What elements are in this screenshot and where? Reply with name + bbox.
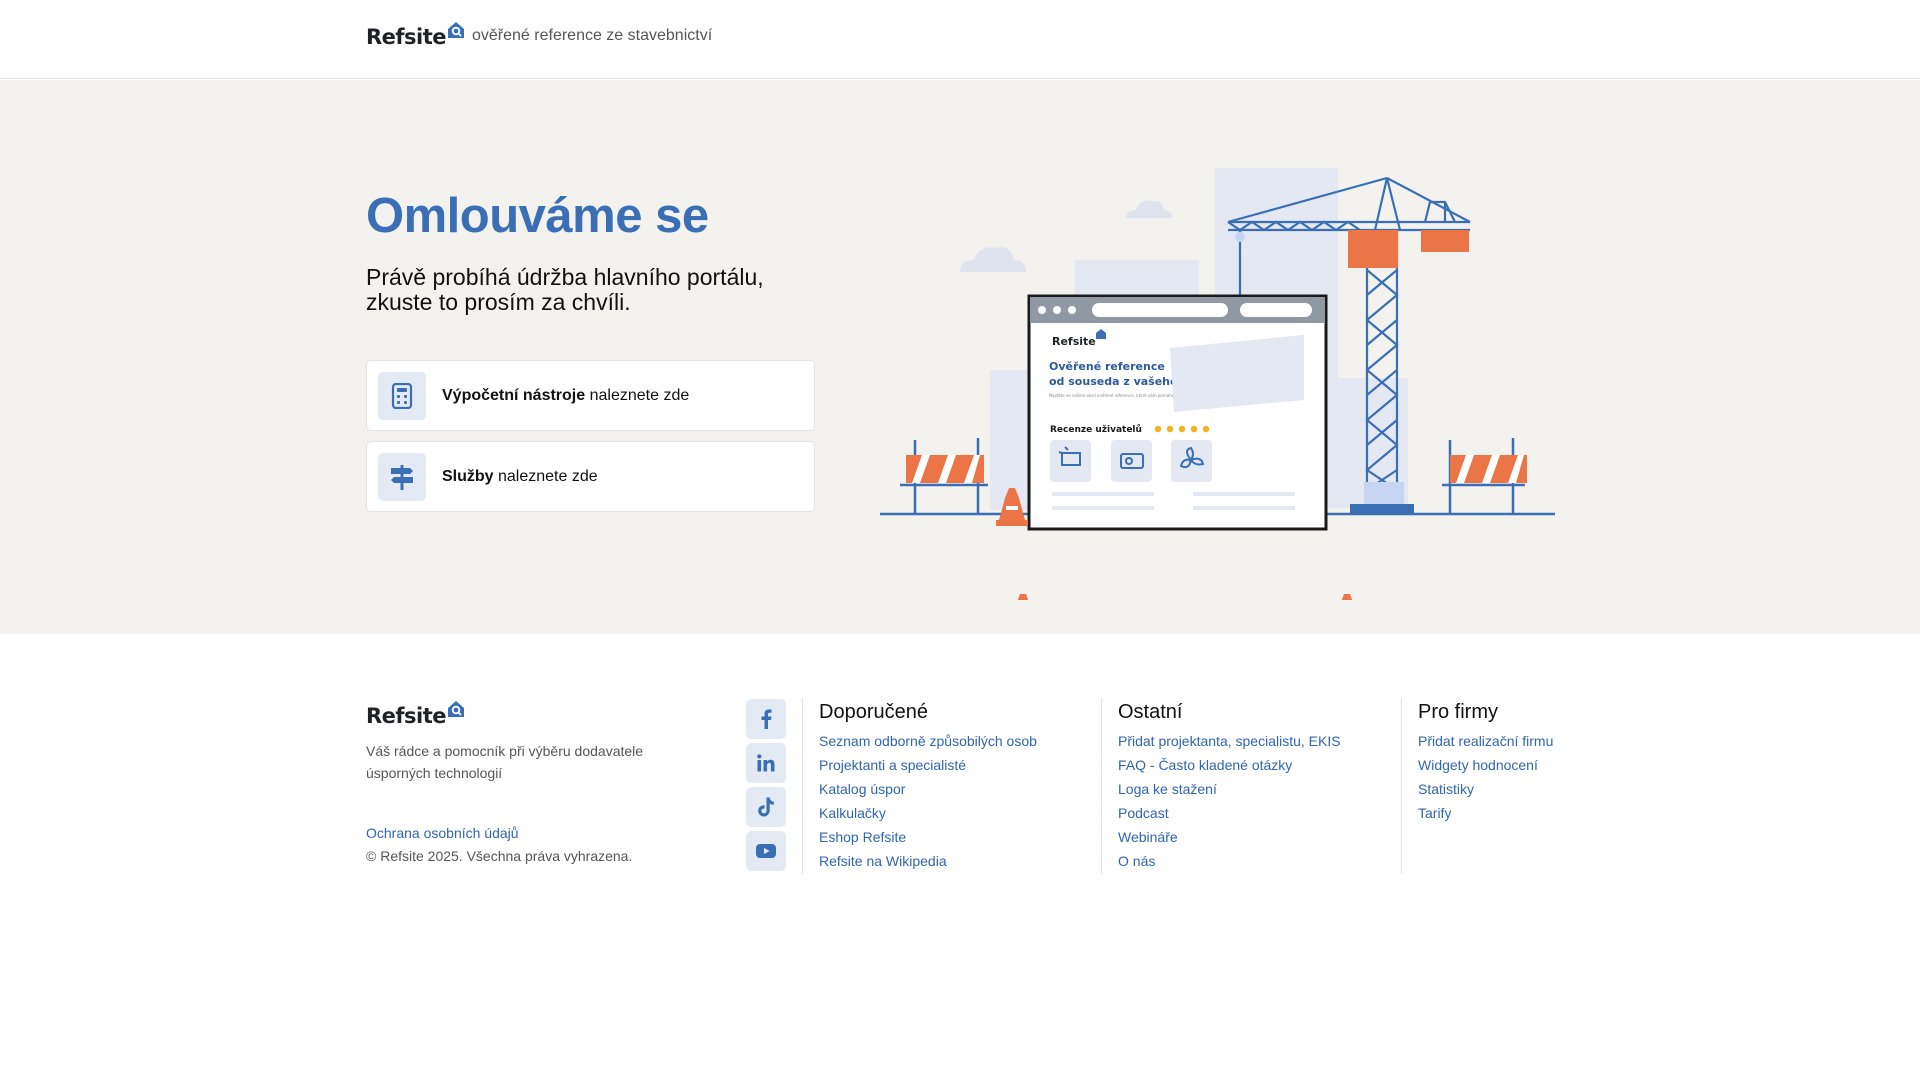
footer-link[interactable]: Projektanti a specialisté (819, 753, 1037, 777)
copyright: © Refsite 2025. Všechna práva vyhrazena. (366, 848, 633, 864)
mock-logo-text: Refsite (1052, 335, 1096, 348)
footer-logo-house-icon (448, 701, 465, 717)
page-title: Omlouváme se (366, 189, 709, 243)
message-line-2: zkuste to prosím za chvíli. (366, 289, 631, 315)
footer-link[interactable]: FAQ - Často kladené otázky (1118, 753, 1341, 777)
footer-column-recommended: Doporučené Seznam odborně způsobilých os… (802, 698, 1037, 874)
footer-link[interactable]: Refsite na Wikipedia (819, 849, 1037, 873)
header-tagline: ověřené reference ze stavebnictví (472, 27, 713, 44)
site-footer: Refsite Váš rádce a pomocník při výběru … (0, 634, 1920, 1080)
footer-link[interactable]: Kalkulačky (819, 801, 1037, 825)
mock-heading-1: Ověřené reference (1049, 360, 1165, 373)
footer-logo[interactable]: Refsite (366, 700, 465, 727)
maintenance-hero: Omlouváme se Právě probíhá údržba hlavní… (0, 80, 1920, 634)
footer-link[interactable]: Statistiky (1418, 777, 1553, 801)
mock-heading-2: od souseda z vašeho o (1049, 375, 1189, 388)
logo-text: Refsite (366, 25, 447, 49)
footer-link[interactable]: Tarify (1418, 801, 1553, 825)
column-title: Doporučené (819, 701, 928, 723)
signpost-icon (378, 452, 426, 501)
privacy-link[interactable]: Ochrana osobních údajů (366, 825, 519, 841)
footer-link[interactable]: Podcast (1118, 801, 1341, 825)
footer-logo-text: Refsite (366, 704, 447, 728)
site-header: Refsite ověřené reference ze stavebnictv… (0, 0, 1920, 79)
maintenance-message: Právě probíhá údržba hlavního portálu, z… (366, 265, 836, 315)
tiktok-icon[interactable] (746, 787, 786, 827)
column-title: Pro firmy (1418, 701, 1498, 723)
footer-column-other: Ostatní Přidat projektanta, specialistu,… (1101, 698, 1341, 874)
footer-link[interactable]: Seznam odborně způsobilých osob (819, 729, 1037, 753)
footer-link[interactable]: Přidat projektanta, specialistu, EKIS (1118, 729, 1341, 753)
message-line-1: Právě probíhá údržba hlavního portálu, (366, 264, 764, 290)
footer-link[interactable]: Katalog úspor (819, 777, 1037, 801)
calculation-tools-label: Výpočetní nástroje naleznete zde (442, 386, 690, 404)
services-card[interactable]: Služby naleznete zde (366, 441, 815, 512)
youtube-icon[interactable] (746, 831, 786, 871)
header-logo[interactable]: Refsite (366, 21, 465, 48)
footer-link[interactable]: O nás (1118, 849, 1341, 873)
footer-link[interactable]: Loga ke stažení (1118, 777, 1341, 801)
social-links (746, 699, 787, 875)
footer-column-for-companies: Pro firmy Přidat realizační firmu Widget… (1401, 698, 1553, 874)
footer-link[interactable]: Eshop Refsite (819, 825, 1037, 849)
facebook-icon[interactable] (746, 699, 786, 739)
calculation-tools-card[interactable]: Výpočetní nástroje naleznete zde (366, 360, 815, 431)
footer-link[interactable]: Widgety hodnocení (1418, 753, 1553, 777)
logo-house-icon (448, 22, 465, 38)
calculator-icon (378, 371, 426, 420)
linkedin-icon[interactable] (746, 743, 786, 783)
mock-small-text: Najděte ve vašem okolí ověřené reference… (1049, 393, 1177, 398)
mock-reviews-label: Recenze uživatelů (1050, 424, 1142, 435)
footer-link[interactable]: Přidat realizační firmu (1418, 729, 1553, 753)
footer-link[interactable]: Webináře (1118, 825, 1341, 849)
column-title: Ostatní (1118, 701, 1183, 723)
services-label: Služby naleznete zde (442, 467, 598, 485)
construction-illustration: Refsite Ověřené reference od souseda z v… (880, 168, 1555, 600)
footer-description: Váš rádce a pomocník při výběru dodavate… (366, 743, 644, 781)
